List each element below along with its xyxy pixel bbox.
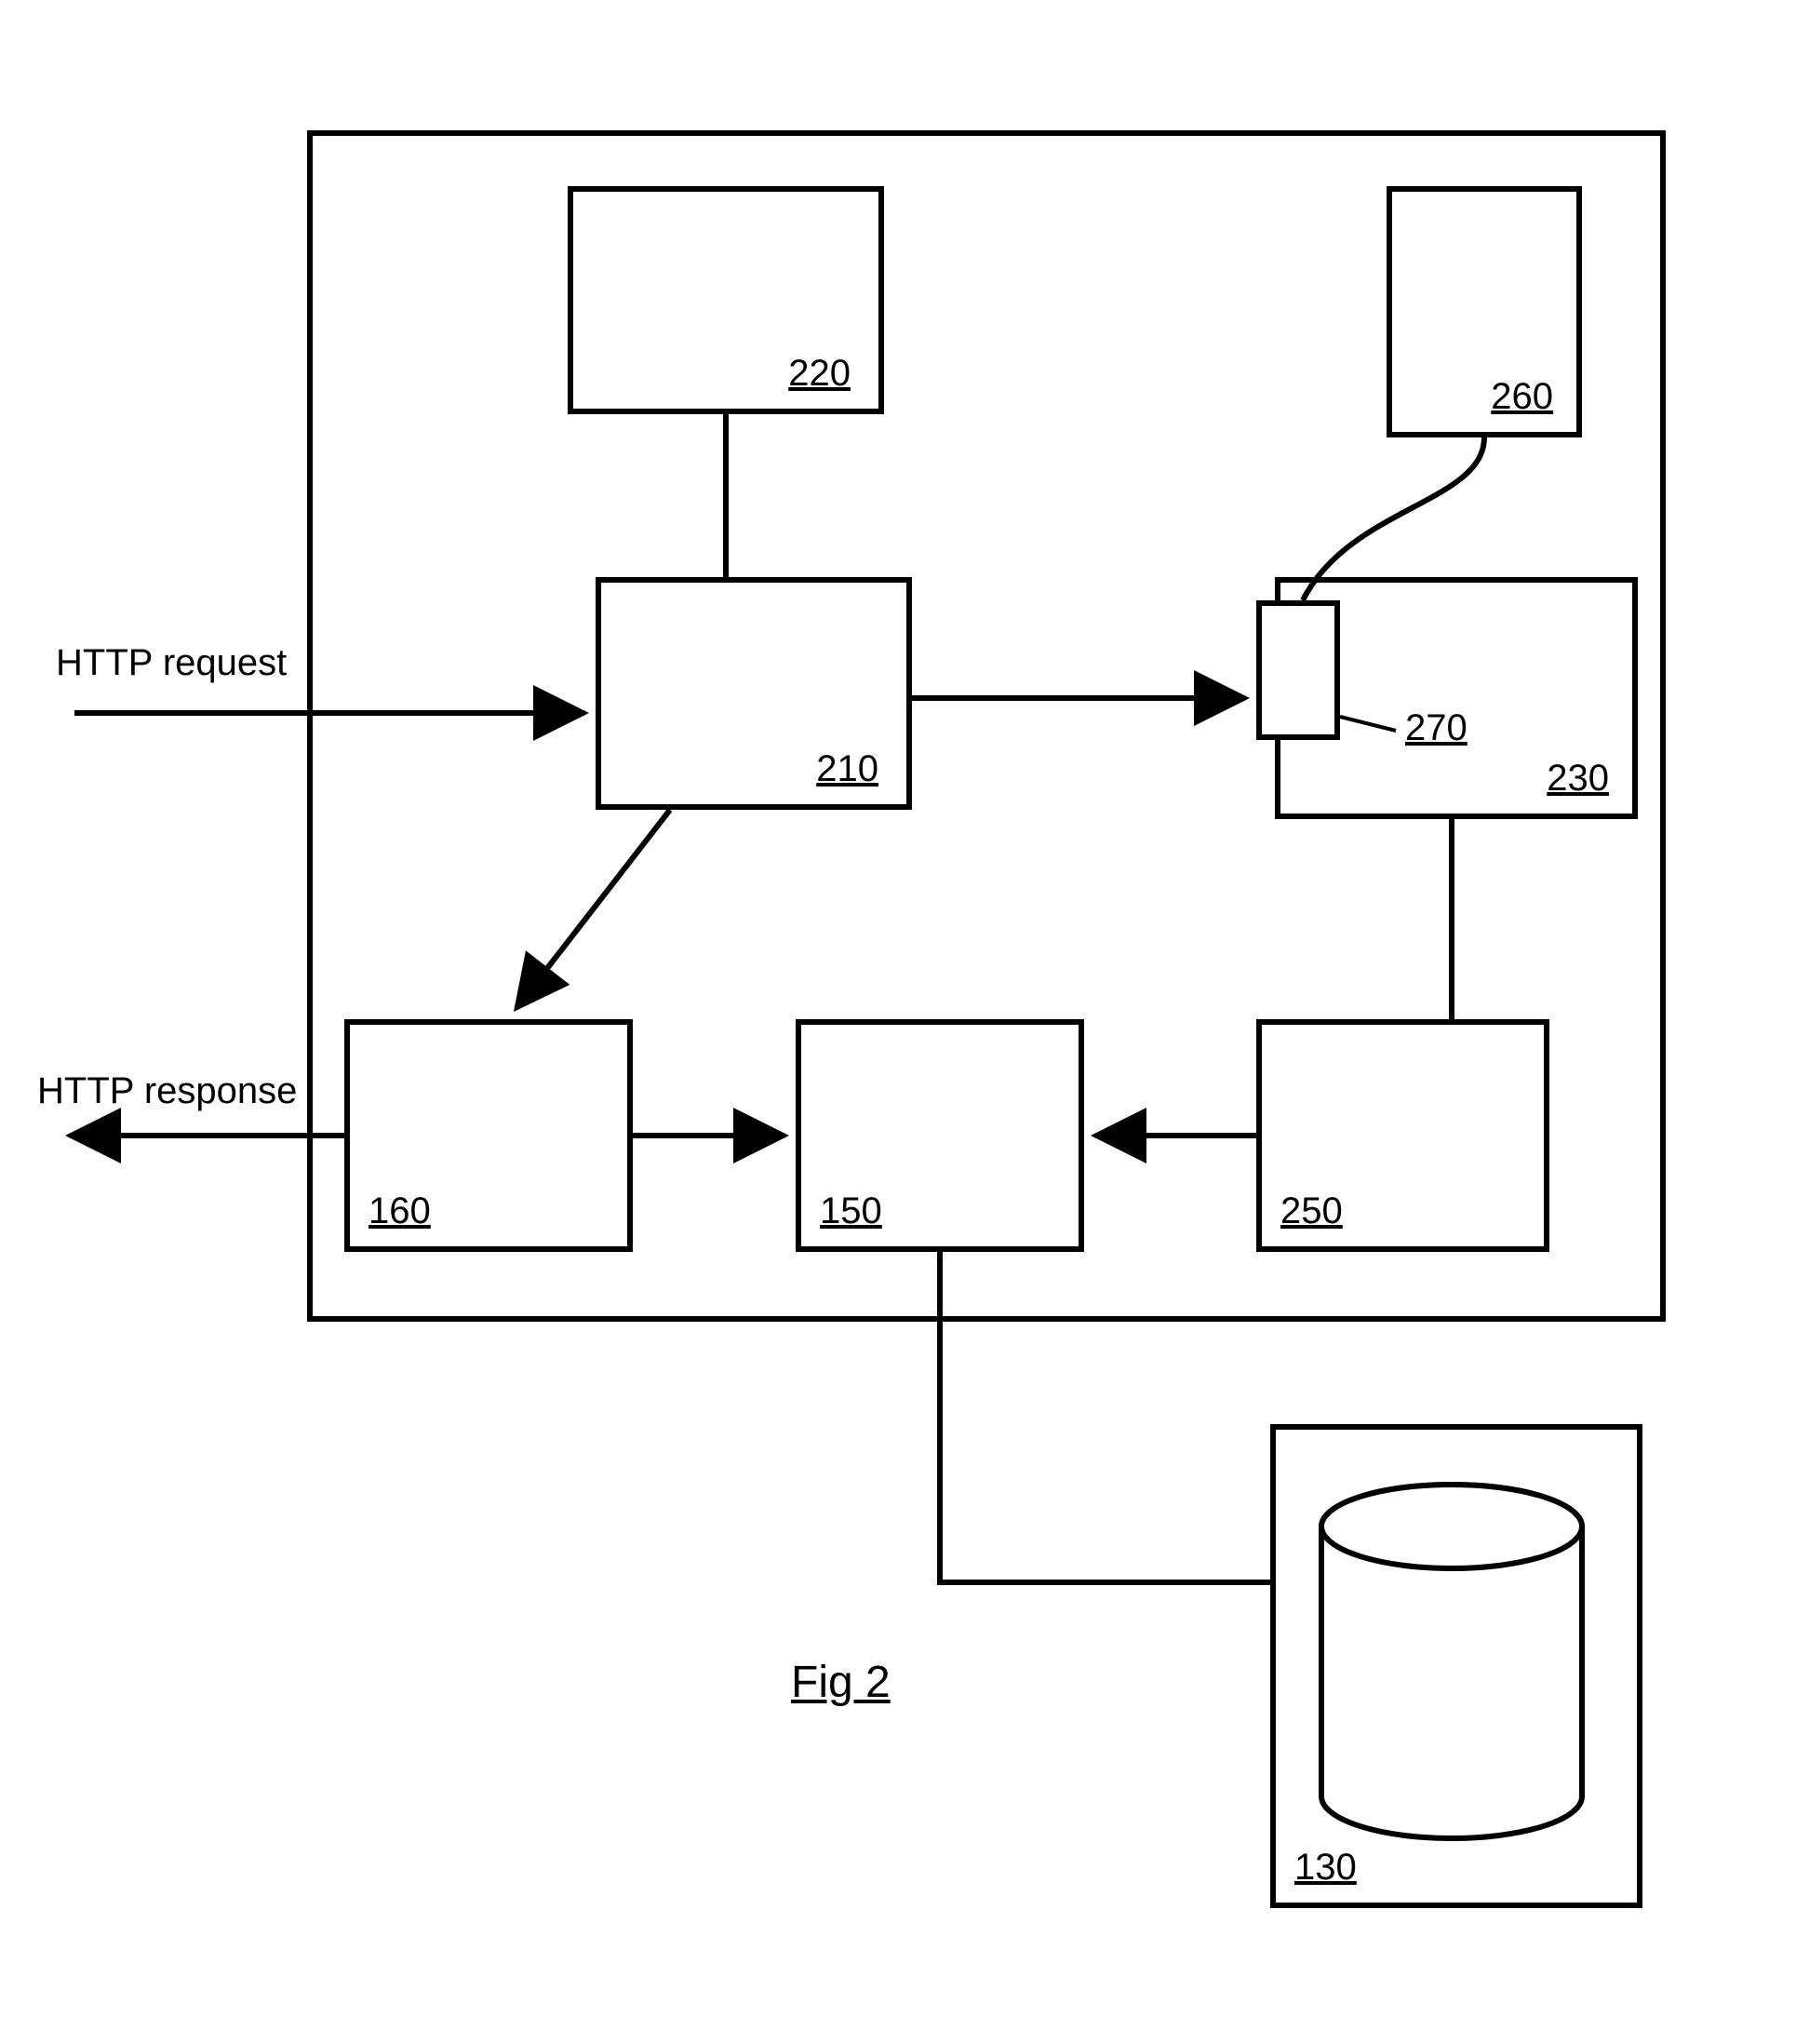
ref-260: 260 [1491, 376, 1553, 418]
label-http-request: HTTP request [56, 642, 287, 684]
ref-270: 270 [1405, 707, 1468, 749]
ref-150: 150 [820, 1190, 882, 1232]
diagram-canvas: 220 260 210 230 160 150 250 130 HTTP req… [0, 0, 1796, 2044]
ref-210: 210 [816, 748, 878, 790]
box-270 [1256, 600, 1340, 740]
ref-220: 220 [788, 353, 851, 395]
label-data: Data [1414, 1638, 1494, 1680]
figure-caption: Fig 2 [791, 1657, 891, 1708]
box-160: 160 [344, 1019, 633, 1252]
box-250: 250 [1256, 1019, 1549, 1252]
box-260: 260 [1387, 186, 1582, 437]
ref-160: 160 [369, 1190, 431, 1232]
ref-130: 130 [1294, 1847, 1357, 1889]
box-210: 210 [596, 577, 912, 810]
ref-230: 230 [1547, 758, 1609, 800]
box-220: 220 [568, 186, 884, 414]
ref-250: 250 [1280, 1190, 1343, 1232]
label-http-response: HTTP response [37, 1070, 297, 1112]
box-150: 150 [796, 1019, 1084, 1252]
